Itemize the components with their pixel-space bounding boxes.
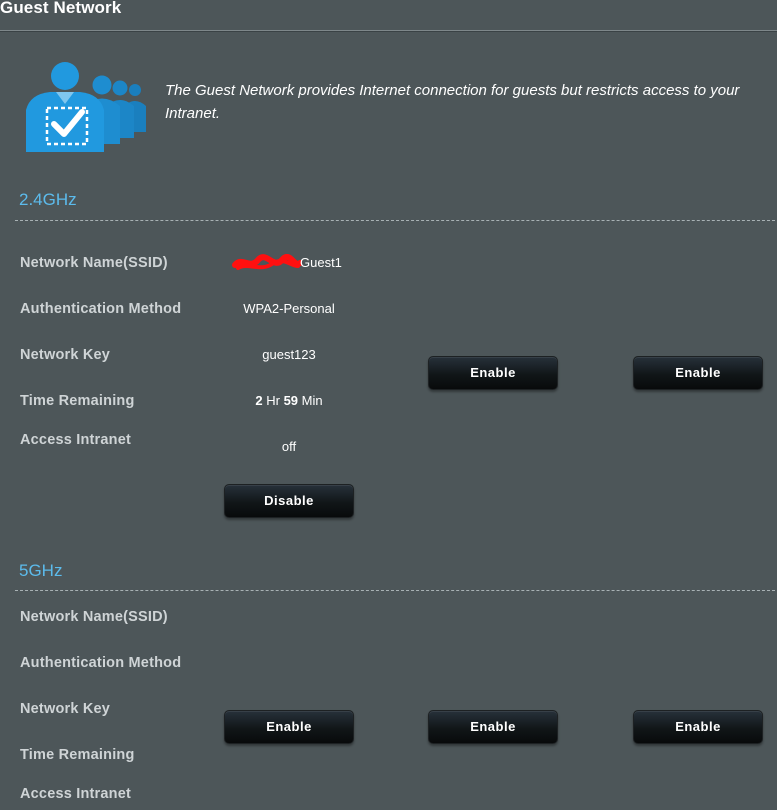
time-minutes: 59: [283, 393, 299, 408]
enable-button-2-4ghz-guest3[interactable]: Enable: [633, 356, 763, 390]
band-title-2-4ghz: 2.4GHz: [19, 190, 77, 209]
label-network-key-2-4ghz: Network Key: [20, 347, 111, 363]
time-value-2-4ghz-guest1: 2 Hr 59 Min: [224, 393, 354, 408]
enable-button-5ghz-guest2[interactable]: Enable: [428, 710, 558, 744]
page-title: Guest Network: [0, 0, 122, 17]
enable-button-5ghz-guest3[interactable]: Enable: [633, 710, 763, 744]
ssid-suffix: Guest1: [300, 255, 342, 270]
label-access-intranet-2-4ghz: Access Intranet: [20, 432, 131, 448]
band-divider-5ghz: [15, 590, 775, 591]
time-hours: 2: [255, 393, 263, 408]
label-network-key-5ghz: Network Key: [20, 701, 111, 717]
disable-button-2-4ghz-guest1[interactable]: Disable: [224, 484, 354, 518]
enable-button-5ghz-guest1[interactable]: Enable: [224, 710, 354, 744]
label-access-intranet-5ghz: Access Intranet: [20, 786, 131, 802]
label-auth-method-2-4ghz: Authentication Method: [20, 301, 182, 317]
redaction-scribble: [232, 254, 302, 270]
time-hours-unit: Hr: [266, 393, 280, 408]
enable-button-2-4ghz-guest2[interactable]: Enable: [428, 356, 558, 390]
time-minutes-unit: Min: [301, 393, 323, 408]
guest-network-icon: [26, 62, 146, 152]
key-value-2-4ghz-guest1: guest123: [262, 347, 316, 362]
label-time-remaining-5ghz: Time Remaining: [20, 747, 135, 763]
label-network-name-5ghz: Network Name(SSID): [20, 609, 168, 625]
title-divider: [0, 30, 777, 32]
intranet-value-2-4ghz-guest1: off: [281, 439, 297, 454]
label-network-name-2-4ghz: Network Name(SSID): [20, 255, 168, 271]
auth-value-2-4ghz-guest1: WPA2-Personal: [243, 301, 335, 316]
label-time-remaining-2-4ghz: Time Remaining: [20, 393, 135, 409]
band-title-5ghz: 5GHz: [19, 561, 63, 580]
ssid-value-2-4ghz-guest1: Guest1: [232, 254, 372, 274]
band-divider-2-4ghz: [15, 220, 775, 221]
guest-network-description: The Guest Network provides Internet conn…: [165, 82, 740, 122]
label-auth-method-5ghz: Authentication Method: [20, 655, 182, 671]
